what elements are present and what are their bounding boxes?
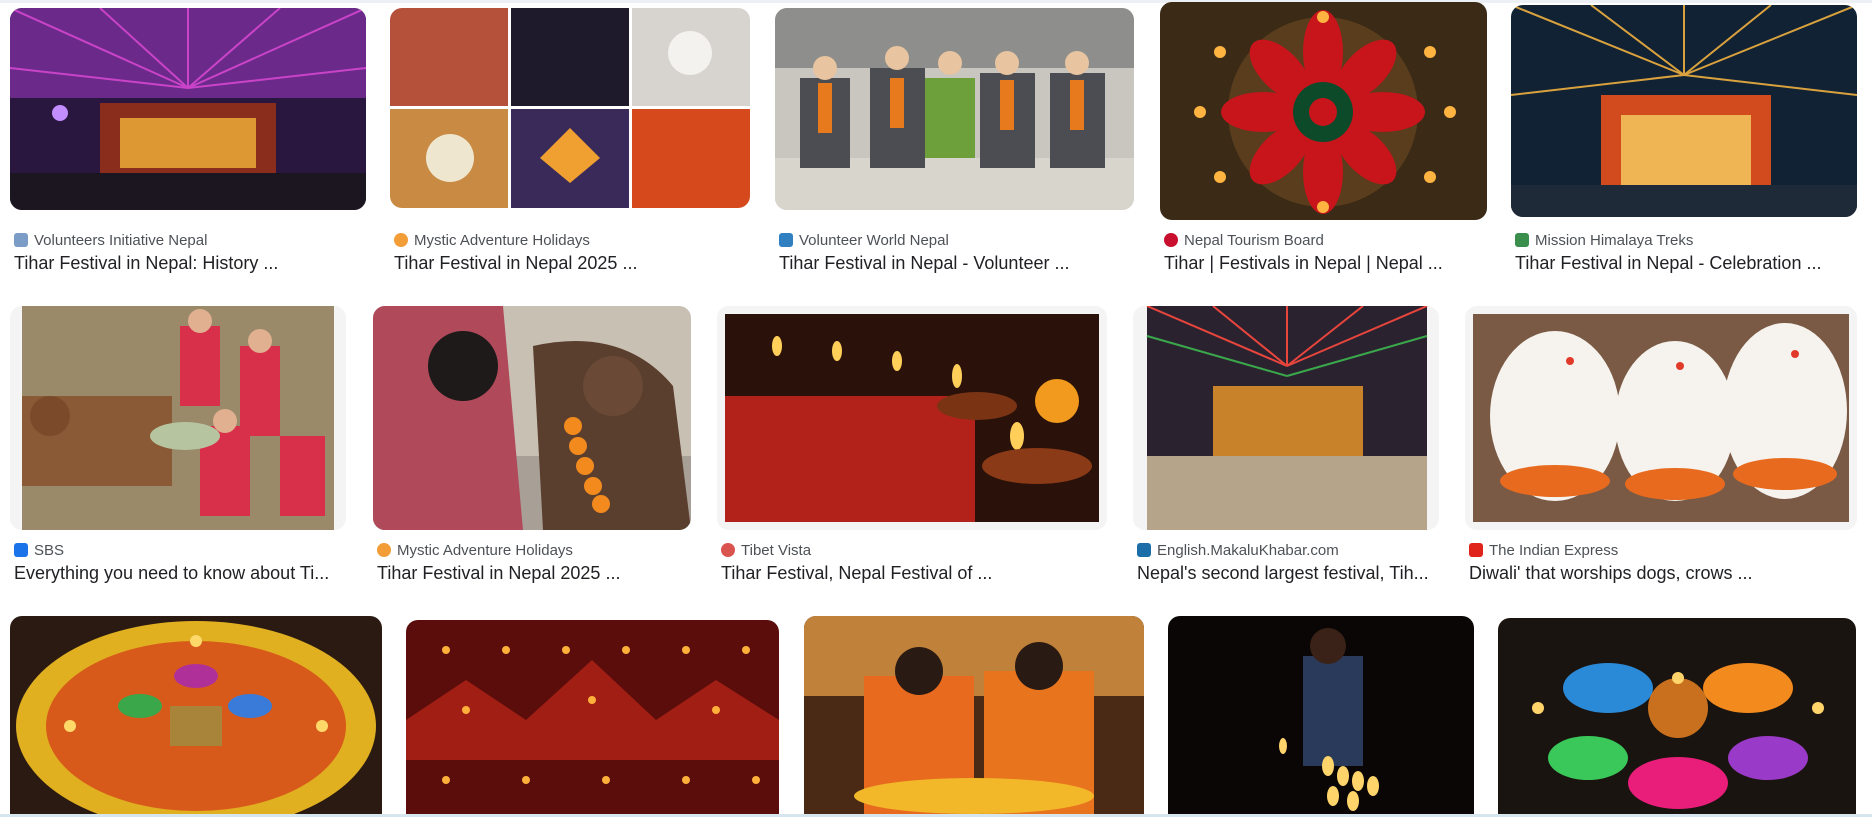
result-thumbnail[interactable] — [10, 8, 366, 210]
result-title[interactable]: Tihar Festival in Nepal 2025 ... — [377, 563, 702, 584]
result-title[interactable]: Tihar Festival in Nepal 2025 ... — [394, 253, 750, 274]
site-favicon-icon — [1469, 543, 1483, 557]
image-result-card[interactable] — [406, 620, 779, 814]
site-favicon-icon — [779, 233, 793, 247]
image-result-card[interactable]: Volunteers Initiative Nepal Tihar Festiv… — [10, 8, 370, 280]
result-thumbnail[interactable] — [1498, 618, 1856, 814]
site-favicon-icon — [1164, 233, 1178, 247]
image-result-card[interactable]: Volunteer World Nepal Tihar Festival in … — [775, 8, 1137, 280]
result-thumbnail[interactable] — [1133, 306, 1439, 530]
result-title[interactable]: Diwali' that worships dogs, crows ... — [1469, 563, 1859, 584]
source-name: Mission Himalaya Treks — [1535, 231, 1694, 249]
result-source[interactable]: Mystic Adventure Holidays — [377, 540, 702, 560]
result-title[interactable]: Tihar Festival in Nepal: History ... — [14, 253, 364, 274]
result-thumbnail[interactable] — [1465, 306, 1857, 530]
result-title[interactable]: Tihar | Festivals in Nepal | Nepal ... — [1164, 253, 1484, 274]
source-name: Mystic Adventure Holidays — [397, 541, 573, 559]
result-title[interactable]: Tihar Festival in Nepal - Volunteer ... — [779, 253, 1135, 274]
image-result-card[interactable] — [804, 616, 1144, 814]
site-favicon-icon — [721, 543, 735, 557]
result-title[interactable]: Tihar Festival in Nepal - Celebration ..… — [1515, 253, 1855, 274]
result-source[interactable]: English.MakaluKhabar.com — [1137, 540, 1437, 560]
source-name: English.MakaluKhabar.com — [1157, 541, 1339, 559]
result-title[interactable]: Nepal's second largest festival, Tih... — [1137, 563, 1437, 584]
result-thumbnail[interactable] — [10, 306, 346, 530]
source-name: The Indian Express — [1489, 541, 1619, 559]
source-name: Mystic Adventure Holidays — [414, 231, 590, 249]
image-result-card[interactable]: The Indian Express Diwali' that worships… — [1465, 306, 1861, 586]
result-thumbnail[interactable] — [406, 620, 779, 814]
result-source[interactable]: Nepal Tourism Board — [1164, 230, 1484, 250]
source-name: SBS — [34, 541, 65, 559]
result-source[interactable]: Volunteer World Nepal — [779, 230, 1135, 250]
source-name: Nepal Tourism Board — [1184, 231, 1324, 249]
source-name: Volunteer World Nepal — [799, 231, 949, 249]
result-title[interactable]: Tihar Festival, Nepal Festival of ... — [721, 563, 1106, 584]
site-favicon-icon — [14, 233, 28, 247]
source-name: Tibet Vista — [741, 541, 812, 559]
result-thumbnail[interactable] — [373, 306, 691, 530]
result-source[interactable]: The Indian Express — [1469, 540, 1859, 560]
top-divider — [0, 0, 1872, 3]
result-thumbnail[interactable] — [804, 616, 1144, 814]
image-result-card[interactable]: English.MakaluKhabar.com Nepal's second … — [1133, 306, 1443, 586]
image-result-card[interactable]: Mystic Adventure Holidays Tihar Festival… — [373, 306, 705, 586]
result-source[interactable]: Tibet Vista — [721, 540, 1106, 560]
site-favicon-icon — [14, 543, 28, 557]
result-source[interactable]: SBS — [14, 540, 359, 560]
result-thumbnail[interactable] — [1168, 616, 1474, 814]
site-favicon-icon — [1137, 543, 1151, 557]
site-favicon-icon — [394, 233, 408, 247]
result-thumbnail[interactable] — [1511, 5, 1857, 217]
result-thumbnail[interactable] — [717, 306, 1107, 530]
result-title[interactable]: Everything you need to know about Ti... — [14, 563, 359, 584]
result-thumbnail[interactable] — [1160, 2, 1487, 220]
result-thumbnail[interactable] — [775, 8, 1134, 210]
result-source[interactable]: Mission Himalaya Treks — [1515, 230, 1855, 250]
source-name: Volunteers Initiative Nepal — [34, 231, 208, 249]
image-result-card[interactable]: Mission Himalaya Treks Tihar Festival in… — [1511, 5, 1861, 280]
image-result-card[interactable]: Tibet Vista Tihar Festival, Nepal Festiv… — [717, 306, 1109, 586]
site-favicon-icon — [1515, 233, 1529, 247]
image-result-card[interactable] — [10, 616, 382, 814]
result-thumbnail[interactable] — [390, 8, 750, 208]
result-source[interactable]: Mystic Adventure Holidays — [394, 230, 750, 250]
result-source[interactable]: Volunteers Initiative Nepal — [14, 230, 364, 250]
result-thumbnail[interactable] — [10, 616, 382, 814]
image-result-card[interactable]: Mystic Adventure Holidays Tihar Festival… — [390, 8, 756, 280]
site-favicon-icon — [377, 543, 391, 557]
image-result-card[interactable] — [1168, 616, 1474, 814]
image-result-card[interactable]: Nepal Tourism Board Tihar | Festivals in… — [1160, 2, 1490, 280]
image-result-card[interactable]: SBS Everything you need to know about Ti… — [10, 306, 360, 586]
image-result-card[interactable] — [1498, 618, 1856, 814]
